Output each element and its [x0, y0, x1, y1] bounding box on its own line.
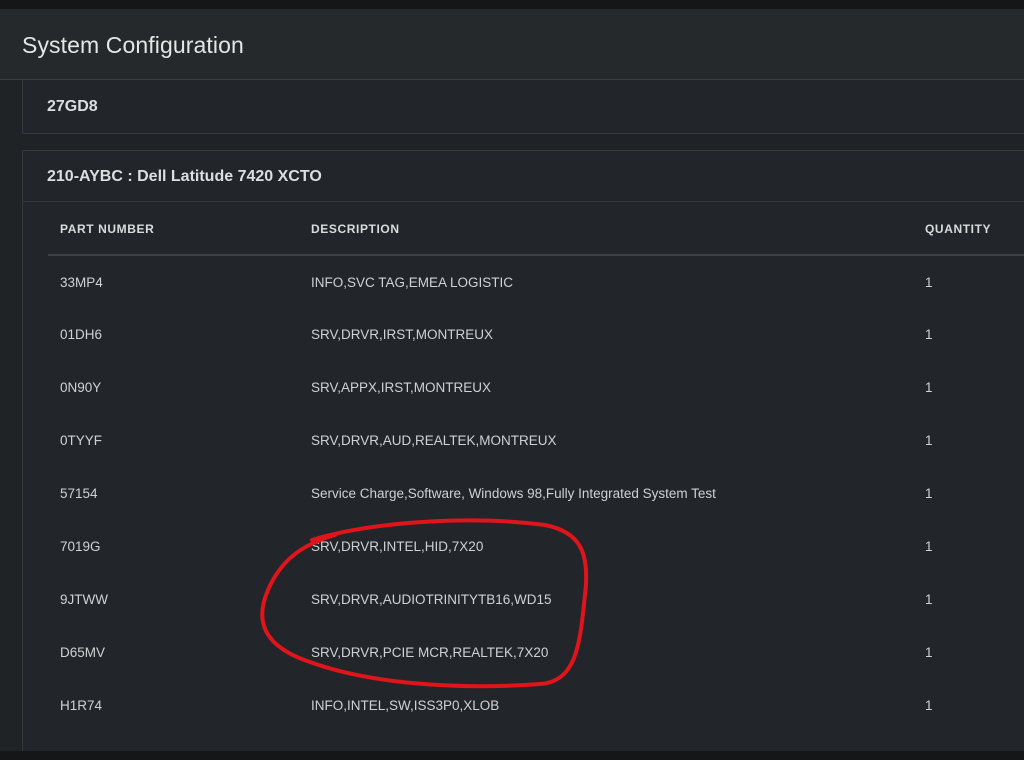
page-title: System Configuration — [22, 32, 244, 58]
window-top-strip — [0, 0, 1024, 9]
quantity-cell: 1 — [925, 380, 933, 395]
parts-table: PART NUMBER DESCRIPTION QUANTITY 33MP4 I… — [48, 204, 1024, 732]
window-bottom-strip — [0, 751, 1024, 760]
description-cell: SRV,DRVR,PCIE MCR,REALTEK,7X20 — [311, 645, 549, 660]
table-row: 57154 Service Charge,Software, Windows 9… — [48, 467, 1024, 520]
quantity-cell: 1 — [925, 433, 933, 448]
part-number-cell: D65MV — [60, 645, 106, 660]
column-header-quantity[interactable]: QUANTITY — [913, 204, 1024, 256]
table-row: 9JTWW SRV,DRVR,AUDIOTRINITYTB16,WD15 1 — [48, 573, 1024, 626]
description-cell: SRV,DRVR,AUD,REALTEK,MONTREUX — [311, 433, 557, 448]
description-cell: INFO,SVC TAG,EMEA LOGISTIC — [311, 274, 514, 290]
part-number-cell: 57154 — [60, 486, 98, 501]
quantity-cell: 1 — [925, 592, 933, 607]
table-row: 0TYYF SRV,DRVR,AUD,REALTEK,MONTREUX 1 — [48, 414, 1024, 467]
quantity-cell: 1 — [925, 274, 933, 290]
table-row: 01DH6 SRV,DRVR,IRST,MONTREUX 1 — [48, 308, 1024, 361]
description-cell: SRV,DRVR,INTEL,HID,7X20 — [311, 539, 484, 554]
table-row: D65MV SRV,DRVR,PCIE MCR,REALTEK,7X20 1 — [48, 626, 1024, 679]
quantity-cell: 1 — [925, 327, 933, 342]
part-number-cell: 01DH6 — [60, 327, 103, 342]
part-number-cell: 7019G — [60, 539, 101, 554]
quantity-cell: 1 — [925, 486, 933, 501]
table-row: 33MP4 INFO,SVC TAG,EMEA LOGISTIC 1 — [48, 255, 1024, 308]
table-body: 33MP4 INFO,SVC TAG,EMEA LOGISTIC 1 01DH6… — [48, 255, 1024, 732]
description-cell: SRV,DRVR,IRST,MONTREUX — [311, 327, 494, 342]
panel-title: 27GD8 — [47, 98, 98, 115]
table-row: H1R74 INFO,INTEL,SW,ISS3P0,XLOB 1 — [48, 679, 1024, 732]
part-number-cell: H1R74 — [60, 698, 103, 713]
part-number-cell: 9JTWW — [60, 592, 108, 607]
quantity-cell: 1 — [925, 698, 933, 713]
description-cell: Service Charge,Software, Windows 98,Full… — [311, 486, 716, 501]
part-number-cell: 0TYYF — [60, 433, 103, 448]
description-cell: INFO,INTEL,SW,ISS3P0,XLOB — [311, 698, 500, 713]
table-row: 0N90Y SRV,APPX,IRST,MONTREUX 1 — [48, 361, 1024, 414]
quantity-cell: 1 — [925, 645, 933, 660]
panel-title: 210-AYBC : Dell Latitude 7420 XCTO — [47, 168, 322, 185]
column-header-description[interactable]: DESCRIPTION — [299, 204, 913, 256]
panel-dell-latitude: 210-AYBC : Dell Latitude 7420 XCTO PART … — [22, 150, 1024, 760]
quantity-cell: 1 — [925, 539, 933, 554]
table-header-row: PART NUMBER DESCRIPTION QUANTITY — [48, 204, 1024, 256]
description-cell: SRV,APPX,IRST,MONTREUX — [311, 380, 492, 395]
panel-27gd8[interactable]: 27GD8 — [22, 80, 1024, 134]
description-cell: SRV,DRVR,AUDIOTRINITYTB16,WD15 — [311, 592, 552, 607]
panel-header[interactable]: 210-AYBC : Dell Latitude 7420 XCTO — [23, 151, 1024, 202]
table-row: 7019G SRV,DRVR,INTEL,HID,7X20 1 — [48, 520, 1024, 573]
part-number-cell: 33MP4 — [60, 274, 103, 290]
page-header: System Configuration — [0, 9, 1024, 80]
part-number-cell: 0N90Y — [60, 380, 102, 395]
column-header-part-number[interactable]: PART NUMBER — [48, 204, 299, 256]
